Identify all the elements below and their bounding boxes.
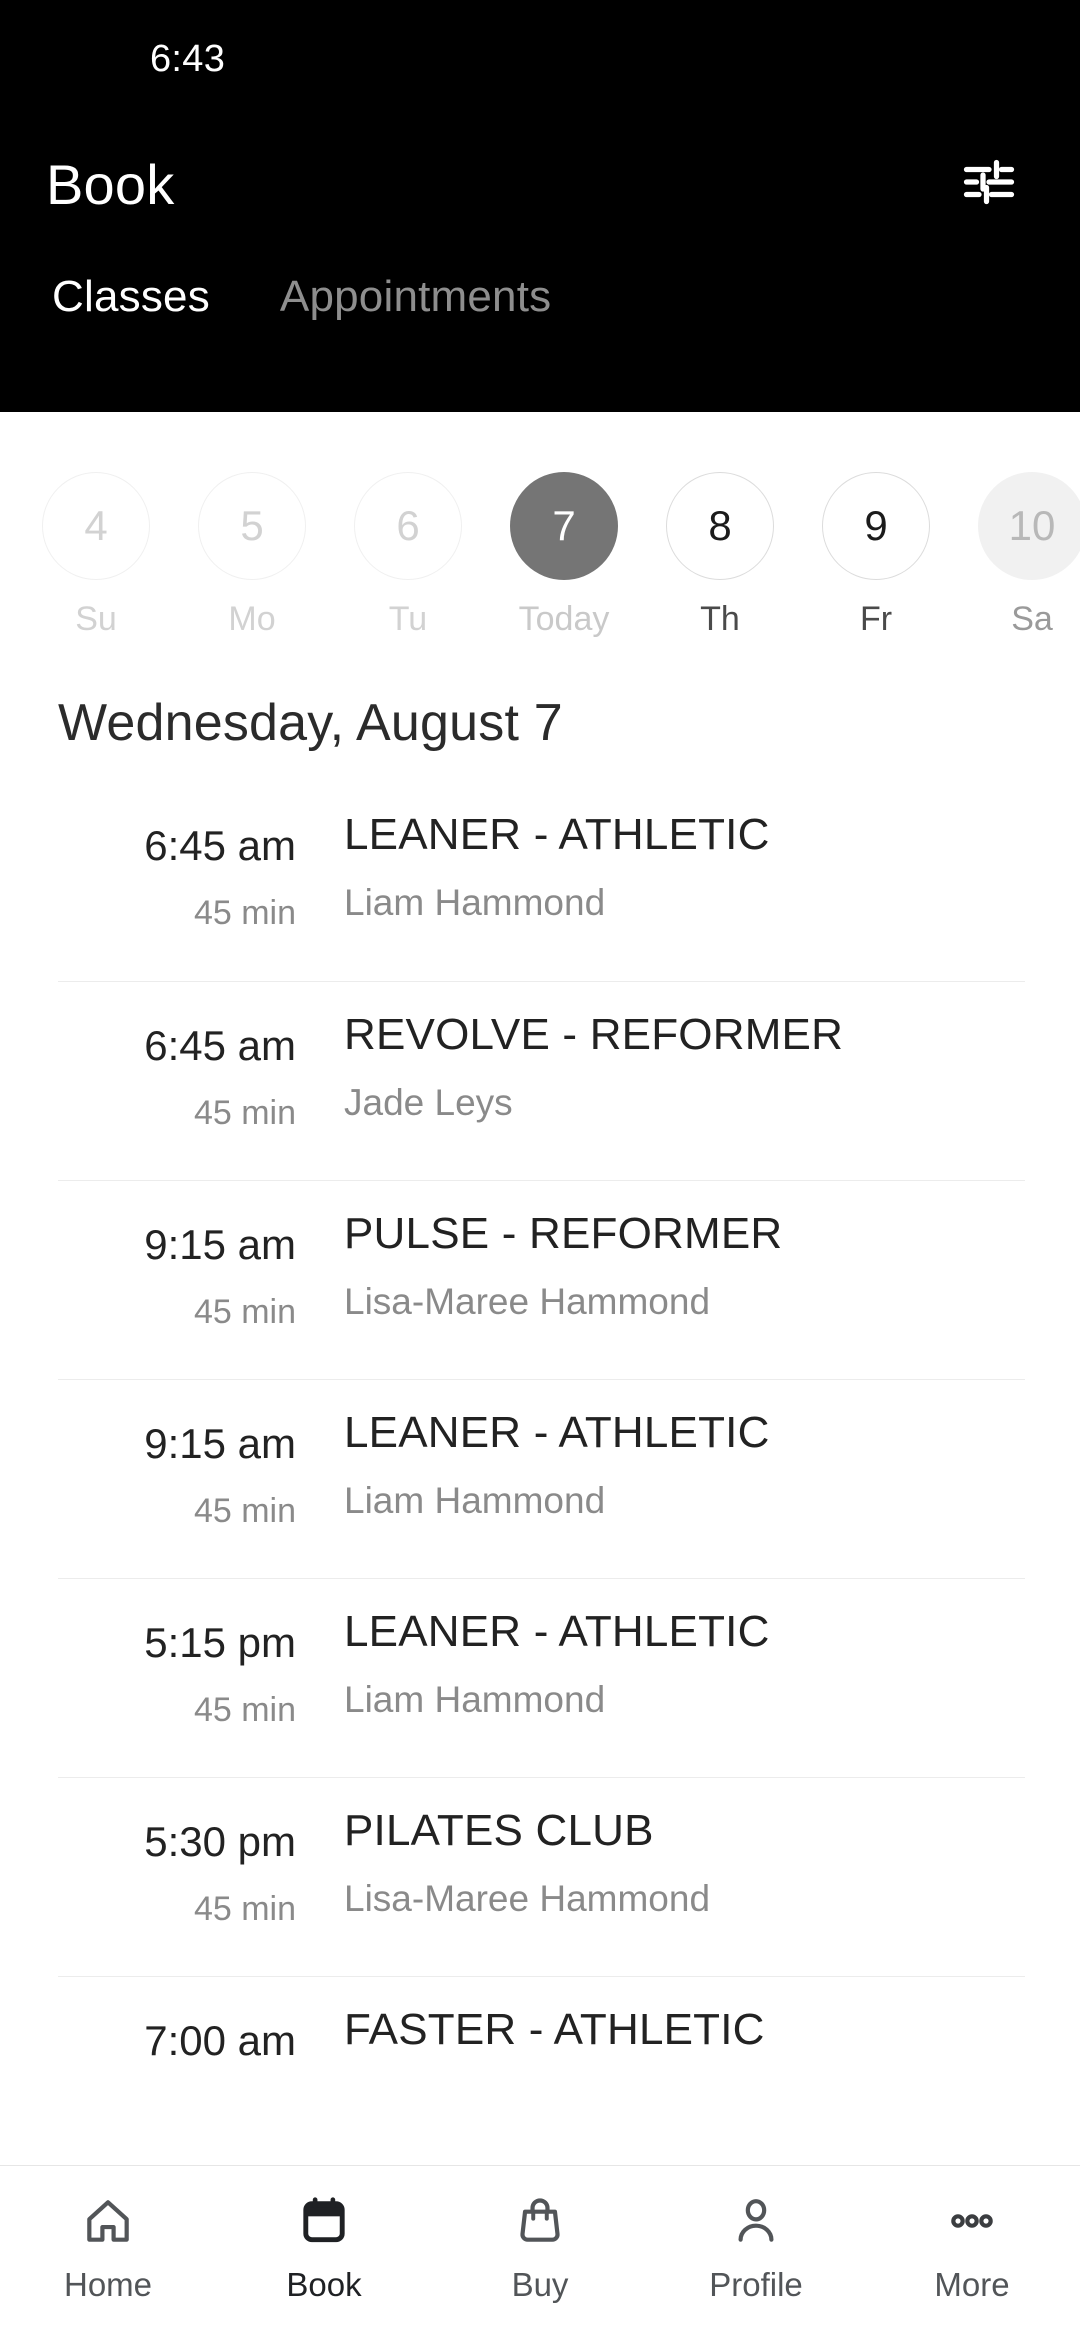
date-cell-5[interactable]: 5 Mo xyxy=(174,472,330,639)
class-time-column: 6:45 am 45 min xyxy=(58,1004,308,1133)
class-time-column: 9:15 am 45 min xyxy=(58,1203,308,1332)
nav-item-buy[interactable]: Buy xyxy=(432,2188,648,2304)
class-row[interactable]: 9:15 am 45 min LEANER - ATHLETIC Liam Ha… xyxy=(58,1379,1025,1578)
class-row[interactable]: 5:30 pm 45 min PILATES CLUB Lisa-Maree H… xyxy=(58,1777,1025,1976)
nav-label: Profile xyxy=(709,2266,803,2303)
app-header: 6:43 Book Classes Appointments xyxy=(0,0,1080,412)
date-number: 6 xyxy=(354,472,462,580)
class-start-time: 6:45 am xyxy=(144,822,296,869)
bag-icon xyxy=(512,2188,568,2254)
class-instructor: Jade Leys xyxy=(344,1082,513,1123)
date-weekday: Sa xyxy=(1011,600,1053,638)
date-weekday: Fr xyxy=(859,600,893,638)
date-weekday: Su xyxy=(75,600,117,638)
class-start-time: 6:45 am xyxy=(144,1022,296,1069)
tab-classes[interactable]: Classes xyxy=(30,264,232,330)
nav-label: Book xyxy=(286,2266,362,2303)
title-row: Book xyxy=(0,118,1080,250)
class-name: REVOLVE - REFORMER xyxy=(344,1010,844,1059)
class-row[interactable]: 6:45 am 45 min LEANER - ATHLETIC Liam Ha… xyxy=(58,782,1025,981)
class-name: PILATES CLUB xyxy=(344,1806,654,1855)
class-row[interactable]: 6:45 am 45 min REVOLVE - REFORMER Jade L… xyxy=(58,981,1025,1180)
app-screen: 6:43 Book Classes Appointments 4 Su 5 Mo… xyxy=(0,0,1080,2340)
date-cell-8[interactable]: 8 Th xyxy=(642,472,798,639)
date-cell-9[interactable]: 9 Fr xyxy=(798,472,954,639)
class-duration: 45 min xyxy=(193,1691,296,1729)
nav-label: Home xyxy=(63,2266,153,2303)
tune-filter-icon xyxy=(959,152,1019,217)
date-number: 9 xyxy=(822,472,930,580)
class-time-column: 5:30 pm 45 min xyxy=(58,1800,308,1929)
class-time-column: 6:45 am 45 min xyxy=(58,804,308,933)
date-weekday: Today xyxy=(518,600,610,638)
class-start-time: 5:30 pm xyxy=(144,1818,296,1865)
nav-item-more[interactable]: More xyxy=(864,2188,1080,2304)
date-number: 10 xyxy=(978,472,1080,580)
class-info-column: PILATES CLUB Lisa-Maree Hammond xyxy=(308,1800,1025,1920)
ellipsis-icon xyxy=(944,2188,1000,2254)
date-cell-4[interactable]: 4 Su xyxy=(18,472,174,639)
class-duration: 45 min xyxy=(193,1293,296,1331)
bottom-navigation-bar: Home Book Buy Profile More xyxy=(0,2165,1080,2340)
class-instructor: Liam Hammond xyxy=(344,1480,606,1521)
class-duration: 45 min xyxy=(193,1890,296,1928)
page-title: Book xyxy=(46,152,175,216)
class-info-column: PULSE - REFORMER Lisa-Maree Hammond xyxy=(308,1203,1025,1323)
filter-button[interactable] xyxy=(950,145,1028,223)
date-number: 5 xyxy=(198,472,306,580)
class-name: FASTER - ATHLETIC xyxy=(344,2005,765,2054)
class-instructor: Lisa-Maree Hammond xyxy=(344,1281,711,1322)
date-cell-6[interactable]: 6 Tu xyxy=(330,472,486,639)
nav-item-profile[interactable]: Profile xyxy=(648,2188,864,2304)
date-selector-strip[interactable]: 4 Su 5 Mo 6 Tu 7 Today 8 Th 9 Fr 10 Sa xyxy=(0,412,1080,664)
class-info-column: LEANER - ATHLETIC Liam Hammond xyxy=(308,1601,1025,1721)
class-instructor: Liam Hammond xyxy=(344,1679,606,1720)
class-row[interactable]: 9:15 am 45 min PULSE - REFORMER Lisa-Mar… xyxy=(58,1180,1025,1379)
nav-item-home[interactable]: Home xyxy=(0,2188,216,2304)
class-name: LEANER - ATHLETIC xyxy=(344,810,770,859)
class-start-time: 5:15 pm xyxy=(144,1619,296,1666)
class-instructor: Lisa-Maree Hammond xyxy=(344,1878,711,1919)
date-cell-10[interactable]: 10 Sa xyxy=(954,472,1080,639)
class-time-column: 7:00 am xyxy=(58,1999,308,2089)
class-info-column: LEANER - ATHLETIC Liam Hammond xyxy=(308,1402,1025,1522)
class-info-column: LEANER - ATHLETIC Liam Hammond xyxy=(308,804,1025,924)
tab-bar: Classes Appointments xyxy=(0,264,1080,330)
date-weekday: Tu xyxy=(388,600,428,638)
class-row[interactable]: 7:00 am FASTER - ATHLETIC xyxy=(58,1976,1025,2165)
class-schedule-list[interactable]: 6:45 am 45 min LEANER - ATHLETIC Liam Ha… xyxy=(0,782,1080,2165)
date-number: 8 xyxy=(666,472,774,580)
date-weekday: Th xyxy=(700,600,740,638)
class-info-column: REVOLVE - REFORMER Jade Leys xyxy=(308,1004,1025,1124)
class-info-column: FASTER - ATHLETIC xyxy=(308,1999,1025,2077)
selected-day-heading: Wednesday, August 7 xyxy=(58,694,563,752)
class-duration: 45 min xyxy=(193,894,296,932)
calendar-icon xyxy=(296,2188,352,2254)
class-name: LEANER - ATHLETIC xyxy=(344,1607,770,1656)
nav-label: More xyxy=(934,2266,1010,2303)
class-time-column: 9:15 am 45 min xyxy=(58,1402,308,1531)
class-duration: 45 min xyxy=(193,1094,296,1132)
class-duration: 45 min xyxy=(193,1492,296,1530)
status-bar: 6:43 xyxy=(0,0,1080,118)
class-name: PULSE - REFORMER xyxy=(344,1209,783,1258)
class-start-time: 7:00 am xyxy=(144,2017,296,2064)
tab-appointments[interactable]: Appointments xyxy=(258,264,573,330)
date-cell-7-today[interactable]: 7 Today xyxy=(486,472,642,639)
class-time-column: 5:15 pm 45 min xyxy=(58,1601,308,1730)
date-number: 7 xyxy=(510,472,618,580)
class-row[interactable]: 5:15 pm 45 min LEANER - ATHLETIC Liam Ha… xyxy=(58,1578,1025,1777)
nav-item-book[interactable]: Book xyxy=(216,2188,432,2304)
person-icon xyxy=(728,2188,784,2254)
home-icon xyxy=(80,2188,136,2254)
class-name: LEANER - ATHLETIC xyxy=(344,1408,770,1457)
nav-label: Buy xyxy=(511,2266,569,2303)
status-bar-clock: 6:43 xyxy=(150,37,226,80)
date-weekday: Mo xyxy=(228,600,276,638)
class-start-time: 9:15 am xyxy=(144,1420,296,1467)
class-start-time: 9:15 am xyxy=(144,1221,296,1268)
date-number: 4 xyxy=(42,472,150,580)
class-instructor: Liam Hammond xyxy=(344,882,606,923)
